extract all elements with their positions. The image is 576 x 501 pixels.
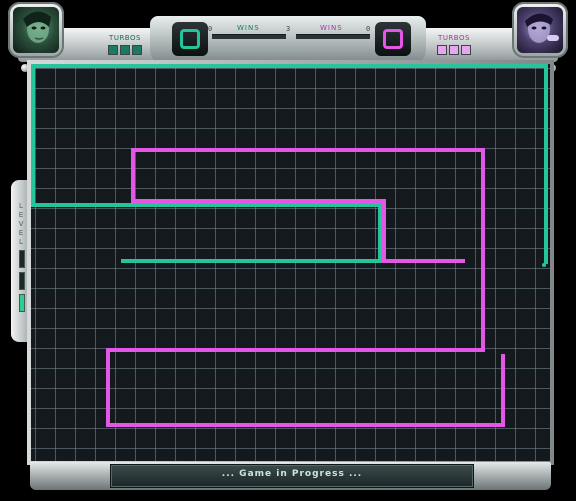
square-icon: [383, 29, 403, 49]
player1-wins-count: 0: [208, 25, 213, 33]
turbo-cell: [120, 45, 130, 55]
status-plate: ... Game in Progress ...: [110, 464, 474, 488]
player2-trail: [106, 148, 505, 427]
player2-turbos: TURBOS: [432, 34, 476, 58]
light-trails: [31, 64, 548, 427]
player2-turbos-label: TURBOS: [438, 34, 470, 42]
turbo-cell: [461, 45, 471, 55]
player2-turbo-cells: [432, 45, 476, 55]
player2-face-icon: [525, 13, 559, 43]
player1-turbos-label: TURBOS: [109, 34, 141, 42]
player2-portrait-frame: [512, 2, 568, 58]
turbo-cell: [449, 45, 459, 55]
player1-icon-wrap: [172, 22, 208, 56]
player1-head: [542, 263, 546, 267]
player1-face-icon: [23, 11, 51, 43]
turbo-cell: [132, 45, 142, 55]
player1-turbo-cells: [103, 45, 147, 55]
player2-wins-label: WINS: [320, 24, 343, 32]
player2-wins-bar: [296, 34, 370, 39]
player1-turbos: TURBOS: [103, 34, 147, 58]
game-arena[interactable]: [31, 64, 550, 461]
player2-wins-count: 0: [366, 25, 371, 33]
player1-wins-label: WINS: [237, 24, 260, 32]
player1-trail: [31, 64, 548, 264]
center-digit: 3: [286, 25, 291, 33]
level-segment: [19, 250, 25, 268]
turbo-cell: [437, 45, 447, 55]
level-segment: [19, 272, 25, 290]
player1-portrait: [13, 7, 59, 53]
turbo-cell: [108, 45, 118, 55]
game-status: ... Game in Progress ...: [221, 469, 363, 479]
level-segment-active: [19, 294, 25, 312]
player2-icon-wrap: [375, 22, 411, 56]
player2-portrait: [517, 7, 563, 53]
player1-wins-bar: [212, 34, 286, 39]
square-icon: [180, 29, 200, 49]
player1-portrait-frame: [8, 2, 64, 58]
